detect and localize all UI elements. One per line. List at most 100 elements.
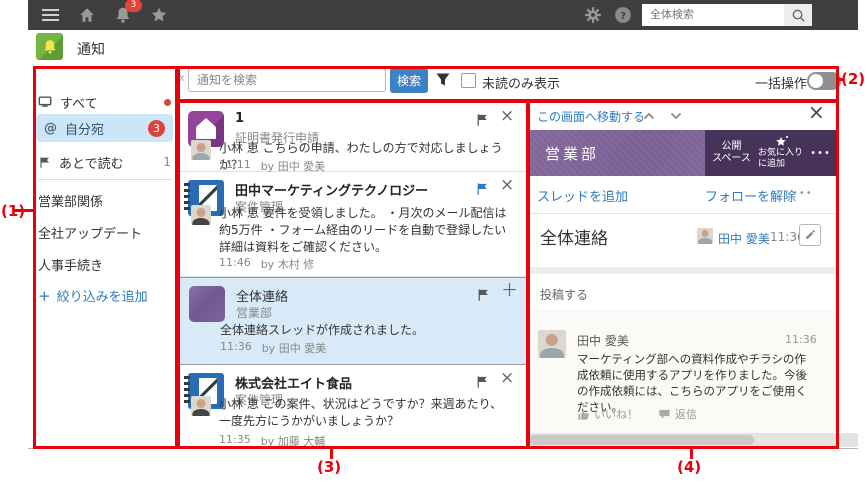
close-icon[interactable]: × bbox=[500, 175, 514, 195]
flag-icon[interactable] bbox=[475, 375, 489, 389]
divider bbox=[527, 213, 838, 214]
comment-icon bbox=[659, 409, 670, 419]
add-filter-button[interactable]: + 絞り込みを追加 bbox=[38, 286, 148, 306]
add-thread-link[interactable]: スレッドを追加 bbox=[537, 186, 628, 205]
post-author[interactable]: 田中 愛美 bbox=[577, 332, 629, 349]
add-filter-label: 絞り込みを追加 bbox=[56, 290, 148, 305]
sidebar-filter-company-update[interactable]: 全社アップデート bbox=[38, 222, 171, 242]
notification-title: 田中マーケティングテクノロジー bbox=[235, 184, 429, 199]
notification-title: 1 bbox=[235, 111, 245, 126]
monitor-icon bbox=[38, 96, 52, 107]
annotation-label-4: (4) bbox=[677, 458, 702, 476]
filter-label: 人事手続き bbox=[38, 258, 104, 274]
avatar bbox=[191, 396, 211, 416]
close-icon[interactable]: × bbox=[500, 368, 514, 388]
thread-author-avatar bbox=[697, 228, 713, 244]
bulk-action-toggle[interactable] bbox=[807, 72, 841, 90]
read-later-count: 1 bbox=[163, 155, 171, 169]
notification-item-selected[interactable]: 全体連絡 営業部 ＋ 全体連絡スレッドが作成されました。 11:36 by 田中 … bbox=[177, 277, 527, 365]
flag-icon[interactable] bbox=[476, 288, 490, 302]
plus-icon[interactable]: ＋ bbox=[501, 281, 518, 301]
sidebar-item-mine[interactable]: @ 自分宛 3 bbox=[36, 114, 173, 142]
bulk-action-label: 一括操作 bbox=[755, 77, 808, 92]
sidebar-item-label: 自分宛 bbox=[65, 122, 105, 138]
close-icon[interactable]: × bbox=[500, 106, 514, 126]
filter-funnel-icon[interactable] bbox=[435, 72, 451, 88]
search-button[interactable]: 検索 bbox=[390, 68, 428, 93]
unread-only-label: 未読のみ表示 bbox=[482, 77, 561, 92]
flag-icon[interactable] bbox=[475, 113, 489, 127]
sidebar-filter-hr[interactable]: 人事手続き bbox=[38, 254, 171, 274]
toggle-knob bbox=[809, 74, 823, 88]
hamburger-menu-icon[interactable] bbox=[42, 14, 59, 16]
reply-button[interactable]: 返信 bbox=[658, 406, 697, 422]
notification-title: 株式会社エイト食品 bbox=[235, 377, 353, 392]
gear-icon[interactable] bbox=[584, 6, 602, 24]
sidebar-filter-sales[interactable]: 営業部関係 bbox=[38, 190, 171, 210]
sidebar-item-read-later[interactable]: あとで読む 1 bbox=[38, 152, 171, 172]
avatar bbox=[191, 140, 211, 160]
notification-message: 小林 恵 要件を受領しました。 ・月次のメール配信は約5万件 ・フォーム経由のリ… bbox=[219, 206, 507, 254]
post-actions: いいね！ 返信 bbox=[577, 406, 697, 422]
notification-item-certificate[interactable]: 1 証明書発行申請 × 小林 恵 こちらの申請、わたしの方で対応しましょうか？ … bbox=[177, 103, 527, 173]
global-search-button[interactable] bbox=[784, 4, 812, 26]
avatar bbox=[191, 205, 211, 225]
space-name: 営業部 bbox=[545, 145, 600, 163]
sidebar-item-all[interactable]: すべて bbox=[38, 92, 171, 112]
home-icon[interactable] bbox=[78, 6, 96, 24]
plus-icon: + bbox=[38, 286, 51, 305]
notification-author: by 木村 修 bbox=[260, 258, 315, 271]
unread-only-checkbox[interactable] bbox=[461, 73, 476, 88]
thread-more-icon[interactable]: ••• bbox=[792, 188, 813, 199]
post-time: 11:36 bbox=[785, 333, 817, 346]
unread-count-badge: 3 bbox=[148, 119, 165, 137]
sidebar: すべて @ 自分宛 3 あとで読む 1 営業部関係 全社アップデート 人事手続き… bbox=[28, 62, 177, 448]
notification-message: 小林 恵 この案件、状況はどうですか？来週あたり、一度先方にうかがいましょうか？ bbox=[219, 397, 503, 428]
star-icon[interactable] bbox=[150, 6, 168, 24]
chevron-up-icon[interactable] bbox=[643, 112, 655, 120]
flag-icon bbox=[40, 156, 49, 168]
edit-thread-button[interactable] bbox=[799, 224, 821, 246]
post-list: 田中 愛美 11:36 マーケティング部への資料作成やチラシの作成依頼に使用する… bbox=[527, 310, 838, 433]
notification-item-eight-foods[interactable]: 株式会社エイト食品 案件管理 × 小林 恵 この案件、状況はどうですか？来週あた… bbox=[177, 365, 527, 448]
bell-app-glyph bbox=[43, 39, 56, 54]
notification-time: 11:36 bbox=[220, 340, 252, 353]
collapse-sidebar-icon[interactable]: « bbox=[177, 71, 185, 86]
notification-search-input[interactable] bbox=[188, 68, 386, 92]
chevron-down-icon[interactable] bbox=[670, 112, 682, 120]
goto-screen-link[interactable]: この画面へ移動する bbox=[537, 108, 645, 125]
svg-text:?: ? bbox=[620, 11, 626, 22]
horizontal-scrollbar[interactable] bbox=[527, 433, 858, 447]
notification-author: by 加藤 大輔 bbox=[260, 435, 326, 448]
banner-more-icon[interactable]: ••• bbox=[810, 148, 831, 159]
thumb-up-icon bbox=[578, 409, 589, 420]
close-panel-icon[interactable]: × bbox=[808, 100, 825, 124]
notification-item-tanaka-marketing[interactable]: 田中マーケティングテクノロジー 案件管理 × 小林 恵 要件を受領しました。 ・… bbox=[177, 172, 527, 277]
notification-author: by 田中 愛美 bbox=[261, 342, 327, 355]
reply-label: 返信 bbox=[675, 408, 697, 421]
help-icon[interactable]: ? bbox=[614, 6, 632, 24]
post-input-placeholder[interactable]: 投稿する bbox=[540, 286, 588, 303]
sidebar-divider bbox=[38, 179, 171, 180]
post-author-avatar bbox=[538, 330, 566, 358]
global-search-input[interactable] bbox=[642, 4, 798, 26]
scrollbar-thumb[interactable] bbox=[529, 435, 754, 445]
add-favorite-button[interactable]: お気に入り に追加 bbox=[758, 136, 803, 170]
notification-app-icon bbox=[36, 33, 63, 60]
screenshot-canvas: 3 ? 通知 すべて @ 自分宛 3 あとで読む 1 営業部関係 全社アッ bbox=[0, 0, 867, 484]
notification-time: 11:35 bbox=[219, 433, 251, 446]
sidebar-item-label: すべて bbox=[60, 96, 98, 112]
unfollow-link[interactable]: フォローを解除 bbox=[705, 186, 796, 205]
bell-badge: 3 bbox=[125, 0, 142, 12]
thread-author-link[interactable]: 田中 愛美 bbox=[718, 230, 770, 247]
section-divider bbox=[527, 267, 838, 274]
like-button[interactable]: いいね！ bbox=[577, 406, 638, 422]
space-banner: 営業部 公開 スペース お気に入り に追加 ••• bbox=[527, 130, 838, 176]
page-title: 通知 bbox=[77, 42, 105, 58]
star-plus-icon bbox=[775, 136, 788, 146]
notification-subtitle: 営業部 bbox=[236, 306, 273, 320]
at-icon: @ bbox=[44, 120, 57, 136]
annotation-label-1: (1) bbox=[1, 202, 26, 220]
flag-icon-active[interactable] bbox=[475, 182, 489, 196]
notification-title: 全体連絡 bbox=[236, 290, 289, 305]
